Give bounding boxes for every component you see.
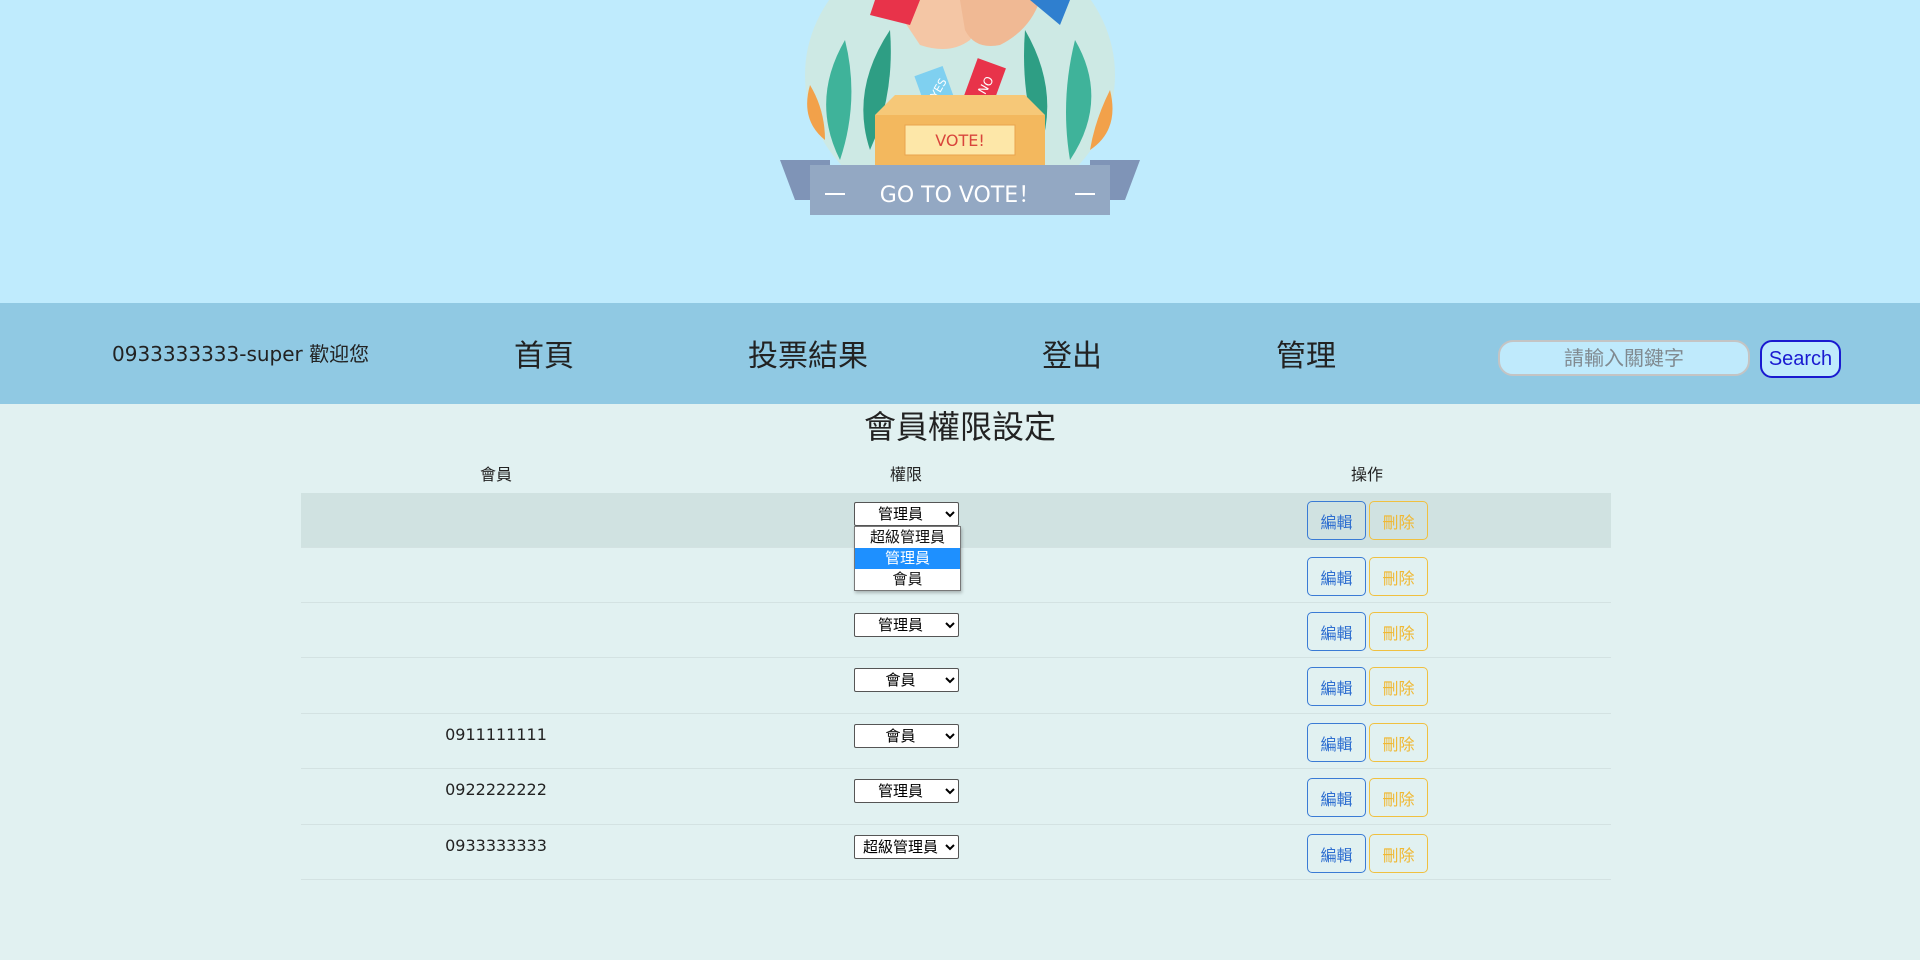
role-select[interactable]: 管理員 [854, 613, 959, 637]
header-banner: YES NO VOTE! GO TO VOTE！ [0, 0, 1920, 303]
dropdown-option-member[interactable]: 會員 [855, 569, 960, 590]
role-select[interactable]: 管理員 [854, 502, 959, 526]
delete-button[interactable]: 刪除 [1369, 612, 1428, 651]
delete-button[interactable]: 刪除 [1369, 501, 1428, 540]
vote-logo-illustration: YES NO VOTE! GO TO VOTE！ [780, 0, 1140, 215]
logo-ribbon: GO TO VOTE！ [780, 160, 1140, 215]
edit-button[interactable]: 編輯 [1307, 501, 1366, 540]
delete-button[interactable]: 刪除 [1369, 667, 1428, 706]
search-input[interactable] [1498, 340, 1750, 376]
role-select[interactable]: 會員 [854, 668, 959, 692]
edit-button[interactable]: 編輯 [1307, 778, 1366, 817]
delete-button[interactable]: 刪除 [1369, 778, 1428, 817]
nav-link-logout[interactable]: 登出 [1042, 331, 1102, 375]
edit-button[interactable]: 編輯 [1307, 557, 1366, 596]
role-dropdown-list: 超級管理員 管理員 會員 [854, 526, 961, 591]
svg-text:VOTE!: VOTE! [935, 131, 985, 150]
column-header-role: 權限 [889, 465, 922, 484]
nav-link-manage[interactable]: 管理 [1276, 331, 1336, 375]
search-button[interactable]: Search [1760, 340, 1841, 378]
delete-button[interactable]: 刪除 [1369, 557, 1428, 596]
edit-button[interactable]: 編輯 [1307, 612, 1366, 651]
edit-button[interactable]: 編輯 [1307, 834, 1366, 873]
delete-button[interactable]: 刪除 [1369, 723, 1428, 762]
dropdown-option-super-admin[interactable]: 超級管理員 [855, 527, 960, 548]
logo-text: GO TO VOTE！ [880, 183, 1040, 208]
column-header-member: 會員 [479, 465, 512, 484]
edit-button[interactable]: 編輯 [1307, 667, 1366, 706]
member-cell: 0911111111 [445, 725, 547, 744]
welcome-message: 0933333333-super 歡迎您 [112, 342, 370, 366]
edit-button[interactable]: 編輯 [1307, 723, 1366, 762]
role-select[interactable]: 會員 [854, 724, 959, 748]
role-select[interactable]: 超級管理員 [854, 835, 959, 859]
column-header-action: 操作 [1350, 465, 1383, 484]
delete-button[interactable]: 刪除 [1369, 834, 1428, 873]
ballot-box: VOTE! [875, 95, 1045, 170]
nav-link-vote-results[interactable]: 投票結果 [748, 331, 868, 375]
role-select[interactable]: 管理員 [854, 779, 959, 803]
nav-link-home[interactable]: 首頁 [514, 331, 574, 375]
member-cell: 0933333333 [445, 836, 547, 855]
member-cell: 0922222222 [445, 780, 547, 799]
page-title: 會員權限設定 [863, 408, 1056, 446]
dropdown-option-admin[interactable]: 管理員 [855, 548, 960, 569]
